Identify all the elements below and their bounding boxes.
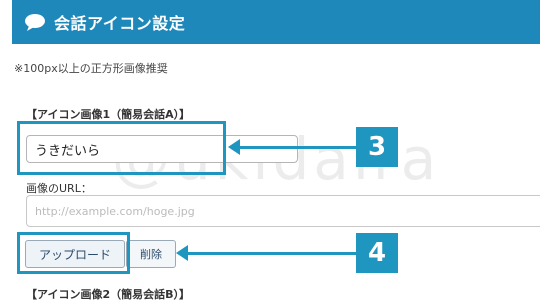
size-note: ※100px以上の正方形画像推奨 (14, 62, 168, 75)
icon1-name-input[interactable]: うきだいら (26, 135, 298, 163)
arrow-3-line (238, 146, 356, 149)
icon1-section-label: 【アイコン画像1（簡易会話A）】 (26, 108, 191, 121)
delete-button[interactable]: 削除 (126, 240, 176, 268)
step-badge-4: 4 (356, 233, 398, 273)
arrow-4-line (186, 252, 356, 255)
arrow-3-head-icon (228, 139, 240, 155)
icon2-section-label: 【アイコン画像2（簡易会話B）】 (26, 288, 190, 301)
settings-header: 会話アイコン設定 (12, 0, 540, 44)
upload-button[interactable]: アップロード (25, 240, 125, 268)
arrow-4-head-icon (176, 245, 188, 261)
speech-bubble-icon (24, 13, 46, 31)
step-badge-3: 3 (356, 127, 398, 167)
icon1-url-input[interactable]: http://example.com/hoge.jpg (26, 195, 540, 227)
page-title: 会話アイコン設定 (54, 14, 186, 33)
url-label: 画像のURL： (26, 182, 92, 195)
